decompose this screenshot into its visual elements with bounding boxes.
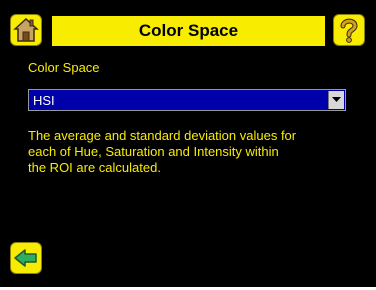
color-space-label: Color Space — [28, 60, 100, 75]
chevron-down-icon — [332, 97, 341, 102]
page-title: Color Space — [138, 21, 239, 40]
screen: Color Space Color Space HSI The average … — [0, 0, 376, 287]
title-bar: Color Space — [52, 16, 325, 46]
description-line: The average and standard deviation value… — [28, 128, 297, 143]
description-text: The average and standard deviation value… — [28, 128, 348, 176]
help-button[interactable] — [333, 14, 365, 46]
description-line: each of Hue, Saturation and Intensity wi… — [28, 144, 279, 159]
home-button[interactable] — [10, 14, 42, 46]
back-arrow-icon — [14, 249, 37, 267]
question-mark-icon — [340, 18, 358, 43]
dropdown-selected-value: HSI — [33, 93, 55, 108]
home-icon — [13, 17, 39, 42]
description-line: the ROI are calculated. — [28, 160, 161, 175]
color-space-dropdown[interactable]: HSI — [28, 89, 346, 111]
back-button[interactable] — [10, 242, 42, 274]
dropdown-toggle-button[interactable] — [328, 91, 344, 109]
